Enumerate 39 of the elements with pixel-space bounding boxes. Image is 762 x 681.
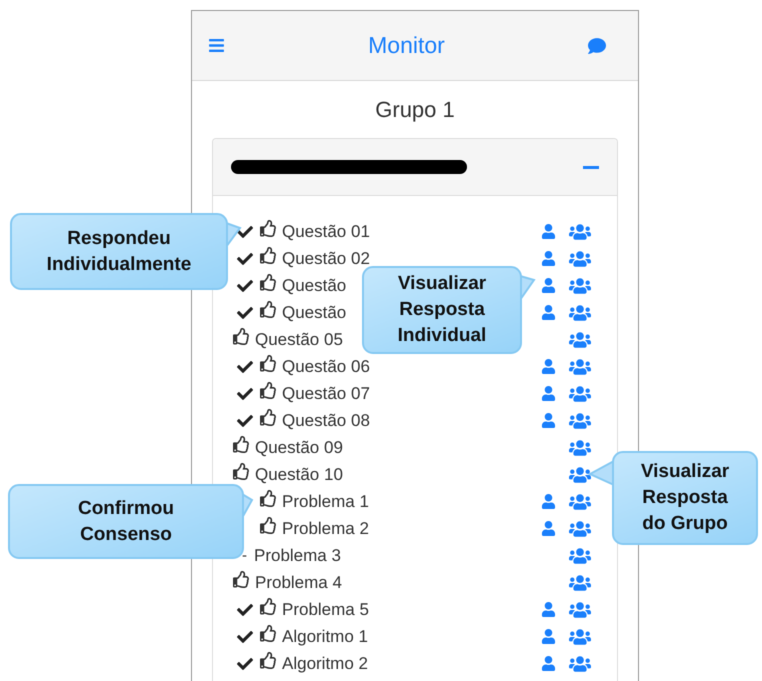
person-icon[interactable] (540, 305, 556, 320)
item-label: Questão (282, 302, 346, 322)
app-title: Monitor (368, 32, 445, 59)
person-icon[interactable] (540, 413, 556, 428)
item-label: Questão 08 (282, 410, 370, 430)
person-icon[interactable] (540, 629, 556, 644)
dash-mark: - (242, 547, 247, 564)
item-label: Algoritmo 1 (282, 626, 368, 646)
item-label: Problema 5 (282, 600, 369, 620)
item-label: Problema 3 (254, 546, 341, 566)
item-label: Questão 07 (282, 384, 370, 404)
item-label: Problema 2 (282, 518, 369, 538)
person-icon[interactable] (540, 521, 556, 536)
callout: Visualizar Resposta do Grupo (612, 451, 758, 545)
item-label: Questão 01 (282, 222, 370, 242)
item-label: Questão 06 (282, 356, 370, 376)
item-label: Questão 02 (282, 248, 370, 268)
item-label: Questão 10 (255, 464, 343, 484)
callout: Confirmou Consenso (8, 484, 244, 559)
group-title: Grupo 1 (374, 97, 456, 123)
item-label: Questão (282, 276, 346, 296)
person-icon[interactable] (540, 251, 556, 266)
person-icon[interactable] (540, 386, 556, 401)
person-icon[interactable] (540, 278, 556, 293)
person-icon[interactable] (540, 359, 556, 374)
person-icon[interactable] (540, 656, 556, 671)
person-icon[interactable] (540, 224, 556, 239)
item-label: Problema 4 (255, 572, 342, 592)
collapse-icon[interactable] (583, 166, 599, 168)
callout: Respondeu Individualmente (10, 213, 228, 290)
item-label: Problema 1 (282, 492, 369, 512)
person-icon[interactable] (540, 494, 556, 509)
item-label: Questão 05 (255, 330, 343, 350)
item-label: Questão 09 (255, 438, 343, 458)
menu-icon[interactable] (208, 37, 225, 54)
person-icon[interactable] (540, 602, 556, 617)
callout: Visualizar Resposta Individual (362, 266, 522, 354)
chat-icon[interactable] (588, 36, 606, 54)
item-label: Algoritmo 2 (282, 654, 368, 674)
